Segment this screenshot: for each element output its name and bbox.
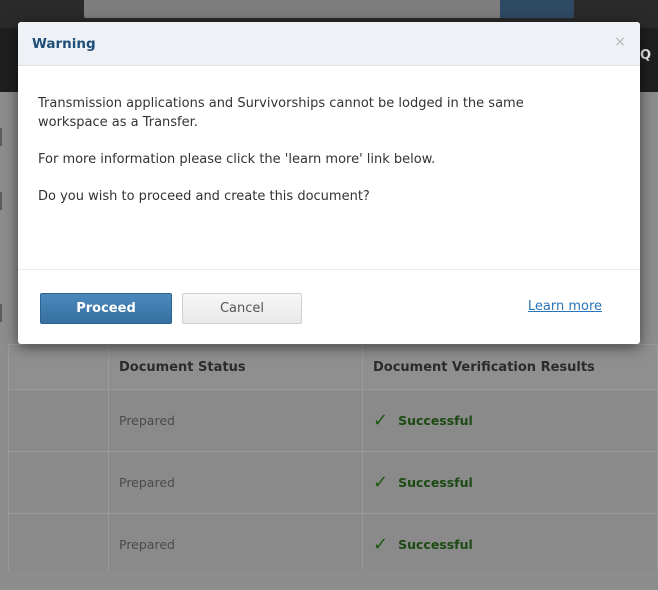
checkmark-icon: ✓ xyxy=(373,534,389,555)
top-action-button xyxy=(500,0,574,18)
dialog-message-more-info: For more information please click the 'l… xyxy=(38,152,436,167)
dialog-header: Warning × xyxy=(18,22,640,66)
document-status-cell: Prepared xyxy=(108,451,363,514)
checkmark-icon: ✓ xyxy=(373,472,389,493)
edge-divider xyxy=(0,192,6,210)
warning-dialog: Warning × Transmission applications and … xyxy=(18,22,640,344)
table-row: Prepared ✓ Successful xyxy=(8,389,658,452)
verification-result-label: Successful xyxy=(398,537,473,552)
top-search-field xyxy=(84,0,504,18)
table-row: Prepared ✓ Successful xyxy=(8,451,658,514)
column-header-blank xyxy=(8,344,109,390)
verification-result-cell: ✓ Successful xyxy=(362,389,658,452)
dialog-message-restriction: Transmission applications and Survivorsh… xyxy=(38,96,524,130)
search-icon: Q xyxy=(640,48,652,63)
table-header-row: Document Status Document Verification Re… xyxy=(8,344,658,390)
document-status-cell: Prepared xyxy=(108,389,363,452)
document-status-cell: Prepared xyxy=(108,513,363,576)
table-cell-blank xyxy=(8,451,109,514)
dialog-message-confirm: Do you wish to proceed and create this d… xyxy=(38,189,370,204)
dialog-footer: Proceed Cancel Learn more xyxy=(18,269,640,344)
close-icon[interactable]: × xyxy=(614,34,626,50)
dialog-body: Transmission applications and Survivorsh… xyxy=(18,66,640,268)
edge-divider xyxy=(0,304,6,322)
table-row: Prepared ✓ Successful xyxy=(8,513,658,576)
proceed-button[interactable]: Proceed xyxy=(40,293,172,324)
edge-divider xyxy=(0,128,6,146)
dialog-title: Warning xyxy=(32,36,96,52)
screen: Q Document Status Document Verification … xyxy=(0,0,658,590)
documents-table: Document Status Document Verification Re… xyxy=(8,344,658,576)
verification-result-label: Successful xyxy=(398,475,473,490)
verification-result-cell: ✓ Successful xyxy=(362,451,658,514)
verification-result-cell: ✓ Successful xyxy=(362,513,658,576)
table-cell-blank xyxy=(8,389,109,452)
column-header-verification-results: Document Verification Results xyxy=(362,344,658,390)
verification-result-label: Successful xyxy=(398,413,473,428)
learn-more-link[interactable]: Learn more xyxy=(528,299,602,314)
column-header-document-status: Document Status xyxy=(108,344,363,390)
table-cell-blank xyxy=(8,513,109,576)
cancel-button[interactable]: Cancel xyxy=(182,293,302,324)
page-footer xyxy=(8,570,658,590)
checkmark-icon: ✓ xyxy=(373,410,389,431)
